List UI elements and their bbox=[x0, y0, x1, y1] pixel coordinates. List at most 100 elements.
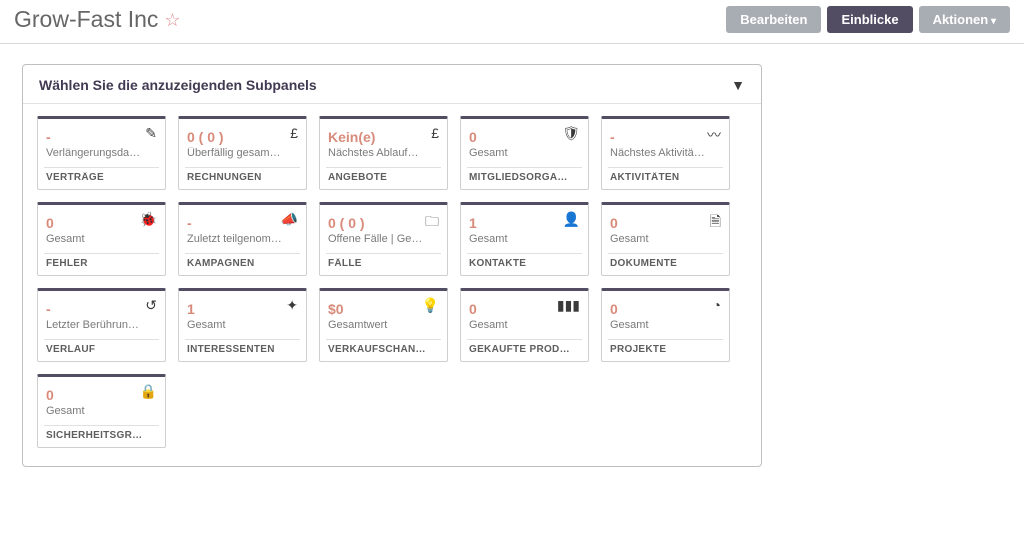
bug-icon: 🐞 bbox=[140, 211, 157, 228]
subpanel-card[interactable]: ✦1 Gesamt INTERESSENTEN bbox=[178, 288, 307, 362]
card-value: 0 bbox=[46, 387, 146, 403]
subpanel-card[interactable]: 💡$0GesamtwertVERKAUFSCHAN… bbox=[319, 288, 448, 362]
header-actions: Bearbeiten Einblicke Aktionen bbox=[726, 6, 1010, 33]
subpanel-card[interactable]: ◔0 Gesamt PROJEKTE bbox=[601, 288, 730, 362]
edit-button[interactable]: Bearbeiten bbox=[726, 6, 821, 33]
card-divider bbox=[326, 253, 441, 254]
card-divider bbox=[608, 253, 723, 254]
card-subtitle: Gesamtwert bbox=[328, 319, 439, 331]
card-divider bbox=[608, 339, 723, 340]
card-value: Kein(e) bbox=[328, 129, 428, 145]
card-footer-label: MITGLIEDSORGA… bbox=[469, 172, 580, 183]
card-value: 1 bbox=[187, 301, 287, 317]
card-subtitle: Nächstes Ablauf… bbox=[328, 147, 439, 159]
card-divider bbox=[467, 253, 582, 254]
subpanel-card[interactable]: ▮▮▮0GesamtGEKAUFTE PROD… bbox=[460, 288, 589, 362]
card-divider bbox=[185, 167, 300, 168]
actions-dropdown-button[interactable]: Aktionen bbox=[919, 6, 1010, 33]
panel-title: Wählen Sie die anzuzeigenden Subpanels bbox=[39, 77, 317, 93]
subpanel-card[interactable]: 👤1 Gesamt KONTAKTE bbox=[460, 202, 589, 276]
document-icon: 🗎 bbox=[710, 211, 721, 235]
subpanel-card[interactable]: 🗀0 ( 0 ) Offene Fälle | Ge… FÄLLE bbox=[319, 202, 448, 276]
subpanel-selector: Wählen Sie die anzuzeigenden Subpanels ▼… bbox=[22, 64, 762, 467]
card-footer-label: PROJEKTE bbox=[610, 344, 721, 355]
activity-icon: 〰 bbox=[707, 125, 721, 145]
subpanel-card[interactable]: 〰-Nächstes Aktivitä…AKTIVITÄTEN bbox=[601, 116, 730, 190]
card-value: - bbox=[46, 301, 146, 317]
card-value: 0 ( 0 ) bbox=[328, 215, 428, 231]
card-subtitle: Überfällig gesam… bbox=[187, 147, 298, 159]
card-subtitle: Gesamt bbox=[610, 233, 721, 245]
card-subtitle: Letzter Berührun… bbox=[46, 319, 157, 331]
panel-header[interactable]: Wählen Sie die anzuzeigenden Subpanels ▼ bbox=[23, 65, 761, 104]
card-divider bbox=[326, 339, 441, 340]
subpanel-card[interactable]: ✎- Verlängerungsda… VERTRÄGE bbox=[37, 116, 166, 190]
card-divider bbox=[185, 253, 300, 254]
card-footer-label: FÄLLE bbox=[328, 258, 439, 269]
pound-box-icon: £ bbox=[290, 125, 298, 141]
person-icon: 👤 bbox=[563, 211, 580, 228]
card-subtitle: Gesamt bbox=[610, 319, 721, 331]
page-title: Grow-Fast Inc bbox=[14, 6, 158, 33]
card-footer-label: FEHLER bbox=[46, 258, 157, 269]
card-subtitle: Gesamt bbox=[46, 405, 157, 417]
card-divider bbox=[44, 167, 159, 168]
favorite-star-icon[interactable]: ☆ bbox=[164, 11, 180, 29]
target-icon: ✦ bbox=[286, 297, 298, 314]
card-value: - bbox=[187, 215, 287, 231]
card-footer-label: INTERESSENTEN bbox=[187, 344, 298, 355]
card-footer-label: SICHERHEITSGR… bbox=[46, 430, 157, 441]
card-subtitle: Zuletzt teilgenom… bbox=[187, 233, 298, 245]
card-value: 0 bbox=[46, 215, 146, 231]
card-value: 1 bbox=[469, 215, 569, 231]
card-value: 0 bbox=[610, 301, 710, 317]
main-area: Wählen Sie die anzuzeigenden Subpanels ▼… bbox=[0, 44, 1024, 467]
card-divider bbox=[467, 339, 582, 340]
card-subtitle: Gesamt bbox=[469, 233, 580, 245]
card-divider bbox=[467, 167, 582, 168]
subpanel-card[interactable]: 📣-Zuletzt teilgenom…KAMPAGNEN bbox=[178, 202, 307, 276]
card-footer-label: VERTRÄGE bbox=[46, 172, 157, 183]
subpanel-card[interactable]: 🔒0GesamtSICHERHEITSGR… bbox=[37, 374, 166, 448]
card-subtitle: Nächstes Aktivitä… bbox=[610, 147, 721, 159]
subpanel-card[interactable]: 🛡0 Gesamt MITGLIEDSORGA… bbox=[460, 116, 589, 190]
card-footer-label: VERLAUF bbox=[46, 344, 157, 355]
shield-icon: 🛡 bbox=[562, 125, 580, 142]
card-divider bbox=[44, 425, 159, 426]
card-footer-label: RECHNUNGEN bbox=[187, 172, 298, 183]
card-footer-label: KONTAKTE bbox=[469, 258, 580, 269]
card-subtitle: Verlängerungsda… bbox=[46, 147, 157, 159]
card-divider bbox=[185, 339, 300, 340]
card-subtitle: Gesamt bbox=[46, 233, 157, 245]
card-subtitle: Gesamt bbox=[187, 319, 298, 331]
piechart-icon: ◔ bbox=[713, 297, 721, 313]
card-divider bbox=[44, 339, 159, 340]
card-subtitle: Offene Fälle | Ge… bbox=[328, 233, 439, 245]
card-subtitle: Gesamt bbox=[469, 147, 580, 159]
insights-button[interactable]: Einblicke bbox=[827, 6, 912, 33]
collapse-toggle-icon[interactable]: ▼ bbox=[731, 77, 745, 93]
card-divider bbox=[326, 167, 441, 168]
megaphone-icon: 📣 bbox=[281, 211, 298, 228]
signature-icon: ✎ bbox=[145, 125, 157, 142]
card-value: - bbox=[46, 129, 146, 145]
history-icon: ↺ bbox=[145, 297, 157, 314]
subpanel-card[interactable]: £Kein(e) Nächstes Ablauf… ANGEBOTE bbox=[319, 116, 448, 190]
subpanel-card[interactable]: 🐞0 Gesamt FEHLER bbox=[37, 202, 166, 276]
card-footer-label: ANGEBOTE bbox=[328, 172, 439, 183]
subpanel-card[interactable]: £0 ( 0 )Überfällig gesam…RECHNUNGEN bbox=[178, 116, 307, 190]
barchart-icon: ▮▮▮ bbox=[557, 297, 580, 314]
card-footer-label: GEKAUFTE PROD… bbox=[469, 344, 580, 355]
subpanel-card[interactable]: ↺- Letzter Berührun… VERLAUF bbox=[37, 288, 166, 362]
card-footer-label: VERKAUFSCHAN… bbox=[328, 344, 439, 355]
card-footer-label: DOKUMENTE bbox=[610, 258, 721, 269]
card-value: 0 bbox=[469, 129, 569, 145]
card-value: - bbox=[610, 129, 710, 145]
card-divider bbox=[44, 253, 159, 254]
card-divider bbox=[608, 167, 723, 168]
subpanel-card[interactable]: 🗎0GesamtDOKUMENTE bbox=[601, 202, 730, 276]
pound-icon: £ bbox=[431, 125, 439, 141]
card-subtitle: Gesamt bbox=[469, 319, 580, 331]
card-value: $0 bbox=[328, 301, 428, 317]
folder-icon: 🗀 bbox=[425, 211, 439, 235]
